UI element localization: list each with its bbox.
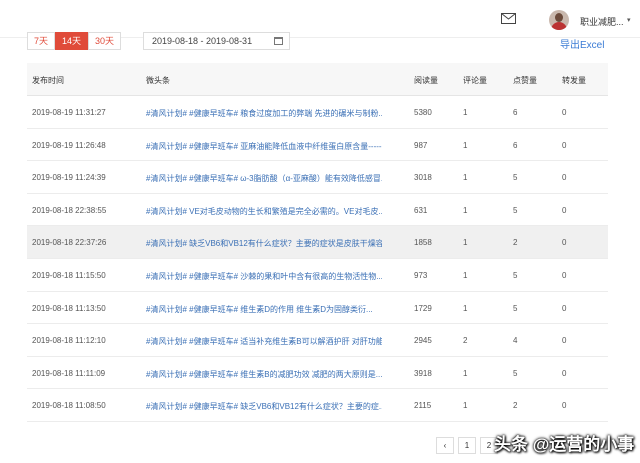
table-row: 2019-08-19 11:31:27 #清风计划# #健康早班车# 粮食过度加…	[27, 96, 608, 129]
cell-reads: 973	[414, 270, 428, 280]
cell-reads: 1858	[414, 238, 432, 248]
avatar-body	[551, 22, 567, 30]
col-header-reads[interactable]: 阅读量	[414, 75, 454, 86]
cell-likes: 5	[513, 173, 518, 183]
cell-title[interactable]: #清风计划# VE对毛皮动物的生长和繁殖是完全必需的。VE对毛皮...	[146, 206, 382, 217]
cell-shares: 0	[562, 108, 567, 117]
col-header-title: 微头条	[146, 76, 170, 85]
cell-likes: 5	[513, 205, 518, 215]
cell-title[interactable]: #清风计划# #健康早班车# 维生素D的作用 维生素D为固醇类衍...	[146, 304, 382, 315]
table-row: 2019-08-18 11:15:50 #清风计划# #健康早班车# 沙棘的果和…	[27, 259, 608, 292]
tab-30-days[interactable]: 30天	[88, 32, 122, 50]
cell-title[interactable]: #清风计划# #健康早班车# 适当补充维生素B可以解酒护肝 对肝功能...	[146, 336, 382, 347]
calendar-icon[interactable]	[274, 37, 283, 45]
cell-likes: 5	[513, 270, 518, 280]
cell-comments: 1	[463, 205, 468, 215]
table-header: 发布时间 微头条 阅读量 评论量 点赞量 转发量	[27, 63, 608, 96]
cell-reads: 5380	[414, 108, 432, 117]
cell-title[interactable]: #清风计划# #健康早班车# 缺乏VB6和VB12有什么症状？主要的症...	[146, 401, 382, 412]
cell-shares: 0	[562, 368, 567, 378]
col-header-likes[interactable]: 点赞量	[513, 75, 543, 86]
cell-shares: 0	[562, 140, 567, 150]
table-row: 2019-08-19 11:24:39 #清风计划# #健康早班车# ω-3脂肪…	[27, 161, 608, 194]
col-header-comments[interactable]: 评论量	[463, 75, 493, 86]
table-row: 2019-08-19 11:26:48 #清风计划# #健康早班车# 亚麻油能降…	[27, 129, 608, 162]
cell-reads: 3018	[414, 173, 432, 183]
tab-7-days[interactable]: 7天	[27, 32, 56, 50]
tab-14-days[interactable]: 14天	[55, 32, 89, 50]
table-row: 2019-08-18 11:12:10 #清风计划# #健康早班车# 适当补充维…	[27, 324, 608, 357]
cell-comments: 1	[463, 303, 468, 313]
cell-time: 2019-08-19 11:24:39	[32, 173, 106, 183]
cell-comments: 1	[463, 140, 468, 150]
cell-time: 2019-08-18 11:15:50	[32, 270, 106, 280]
cell-reads: 987	[414, 140, 428, 150]
cell-likes: 4	[513, 336, 518, 346]
cell-shares: 0	[562, 173, 567, 183]
cell-title[interactable]: #清风计划# #健康早班车# 亚麻油能降低血液中纤维蛋白原含量-----	[146, 141, 382, 152]
mail-icon[interactable]	[501, 13, 516, 24]
avatar-head	[555, 13, 563, 22]
table-row: 2019-08-18 11:11:09 #清风计划# #健康早班车# 维生素B的…	[27, 357, 608, 390]
watermark: 头条 @运营的小事	[494, 435, 635, 454]
cell-title[interactable]: #清风计划# #健康早班车# 沙棘的果和叶中含有很高的生物活性物...	[146, 271, 382, 282]
cell-title[interactable]: #清风计划# #健康早班车# 维生素B的减肥功效 减肥的两大原则是...	[146, 369, 382, 380]
cell-shares: 0	[562, 205, 567, 215]
cell-time: 2019-08-19 11:31:27	[32, 108, 106, 117]
avatar[interactable]	[549, 10, 569, 30]
cell-time: 2019-08-18 22:38:55	[32, 205, 107, 215]
cell-shares: 0	[562, 270, 567, 280]
table-row: 2019-08-18 22:37:26 #清风计划# 缺乏VB6和VB12有什么…	[27, 226, 608, 259]
cell-time: 2019-08-19 11:26:48	[32, 140, 106, 150]
cell-comments: 1	[463, 108, 468, 117]
cell-title[interactable]: #清风计划# #健康早班车# ω-3脂肪酸（α-亚麻酸）能有效降低感冒...	[146, 173, 382, 184]
cell-time: 2019-08-18 11:08:50	[32, 401, 106, 411]
table-row: 2019-08-18 11:13:50 #清风计划# #健康早班车# 维生素D的…	[27, 292, 608, 325]
export-excel-link[interactable]: 导出Excel	[560, 36, 604, 51]
cell-reads: 2945	[414, 336, 432, 346]
cell-shares: 0	[562, 303, 567, 313]
cell-time: 2019-08-18 11:13:50	[32, 303, 106, 313]
cell-likes: 6	[513, 140, 518, 150]
cell-comments: 2	[463, 336, 468, 346]
col-header-shares[interactable]: 转发量	[562, 75, 592, 86]
cell-likes: 2	[513, 238, 518, 248]
table-row: 2019-08-18 22:38:55 #清风计划# VE对毛皮动物的生长和繁殖…	[27, 194, 608, 227]
col-header-time[interactable]: 发布时间	[32, 75, 142, 86]
range-tabs: 7天 14天 30天	[27, 32, 122, 50]
cell-reads: 3918	[414, 368, 432, 378]
cell-time: 2019-08-18 11:12:10	[32, 336, 106, 346]
prev-page-button[interactable]: ‹	[436, 437, 454, 454]
date-range-input[interactable]: 2019-08-18 - 2019-08-31	[143, 32, 290, 50]
cell-shares: 0	[562, 336, 567, 346]
cell-title[interactable]: #清风计划# 缺乏VB6和VB12有什么症状？主要的症状是皮肤干燥容...	[146, 238, 382, 249]
cell-comments: 1	[463, 270, 468, 280]
cell-comments: 1	[463, 401, 468, 411]
table-row: 2019-08-18 11:08:50 #清风计划# #健康早班车# 缺乏VB6…	[27, 389, 608, 422]
cell-reads: 2115	[414, 401, 432, 411]
page-1-button[interactable]: 1	[458, 437, 476, 454]
cell-likes: 5	[513, 368, 518, 378]
cell-comments: 1	[463, 238, 468, 248]
cell-shares: 0	[562, 238, 567, 248]
cell-time: 2019-08-18 11:11:09	[32, 368, 106, 378]
date-range-value: 2019-08-18 - 2019-08-31	[152, 36, 253, 46]
cell-title[interactable]: #清风计划# #健康早班车# 粮食过度加工的弊端 先进的碾米与制粉...	[146, 108, 382, 119]
data-table: 发布时间 微头条 阅读量 评论量 点赞量 转发量 2019-08-19 11:3…	[27, 63, 608, 422]
cell-comments: 1	[463, 368, 468, 378]
cell-likes: 5	[513, 303, 518, 313]
cell-likes: 2	[513, 401, 518, 411]
cell-comments: 1	[463, 173, 468, 183]
pagination: ‹ 1 2	[436, 437, 498, 454]
cell-reads: 1729	[414, 303, 432, 313]
cell-time: 2019-08-18 22:37:26	[32, 238, 107, 248]
cell-shares: 0	[562, 401, 567, 411]
cell-likes: 6	[513, 108, 518, 117]
cell-reads: 631	[414, 205, 428, 215]
user-name[interactable]: 职业减肥...	[580, 15, 624, 28]
chevron-down-icon[interactable]: ▾	[627, 16, 631, 24]
